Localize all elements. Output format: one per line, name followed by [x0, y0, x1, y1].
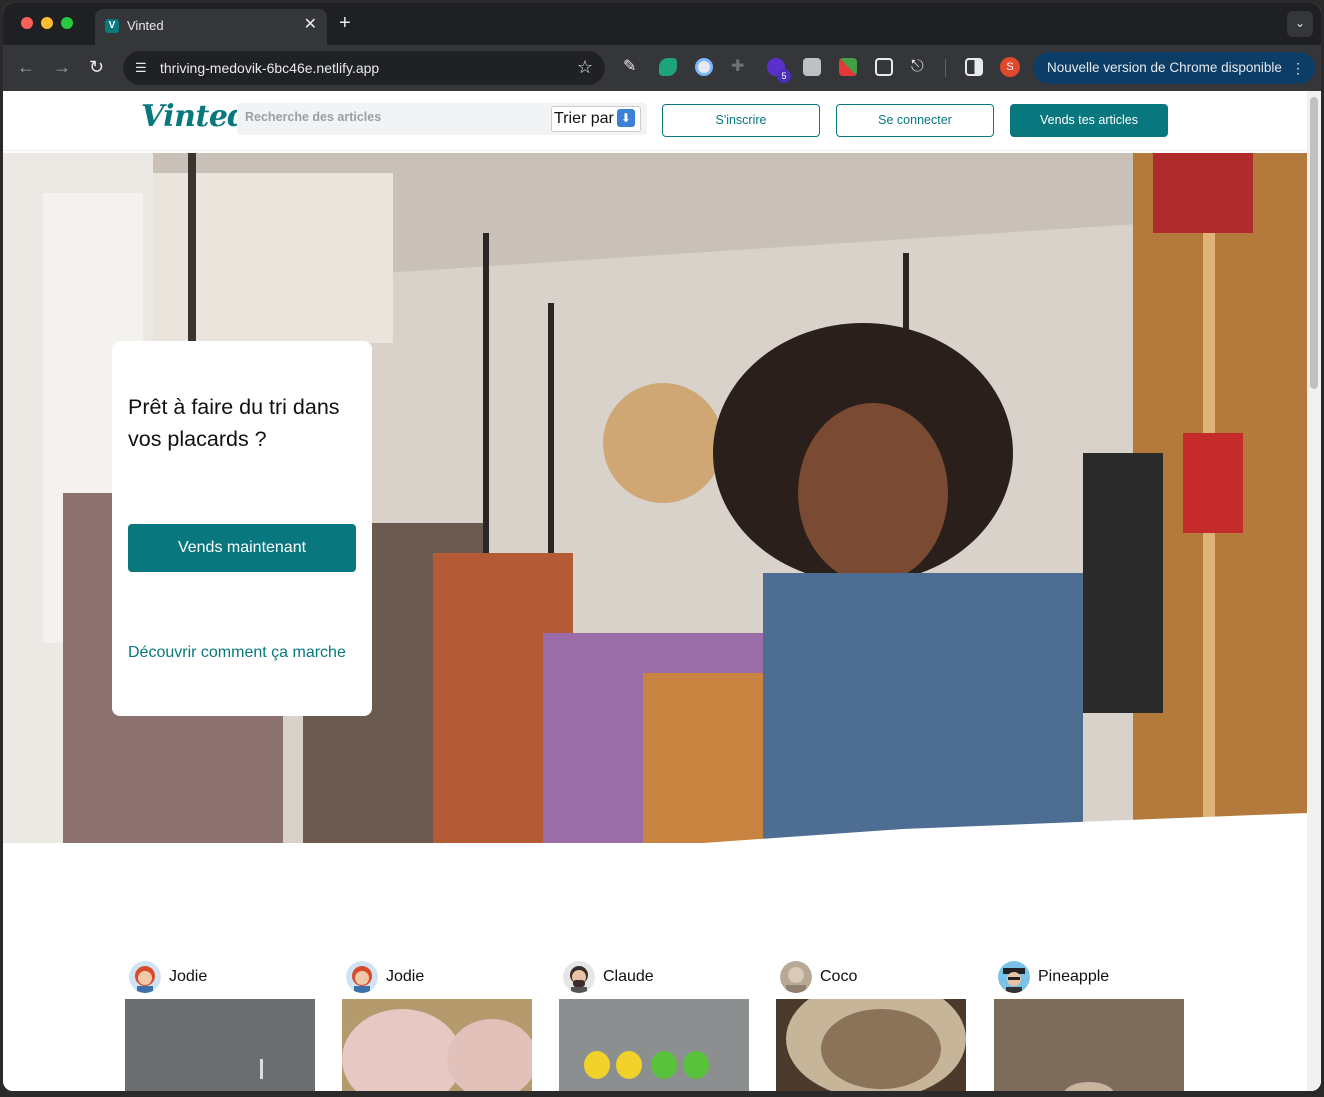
- circle-extension-icon[interactable]: [695, 58, 713, 76]
- hero-banner: Prêt à faire du tri dans vos placards ? …: [3, 153, 1307, 843]
- item-feed: Jodie Jodie Claude Coco Pineapple: [3, 961, 1307, 1091]
- vinted-logo[interactable]: Vinted: [141, 99, 248, 134]
- tab-title: Vinted: [127, 18, 164, 33]
- extension-badge: 5: [777, 69, 791, 83]
- colorful-extension-icon[interactable]: [839, 58, 857, 76]
- item-photo[interactable]: [559, 999, 749, 1091]
- image-extension-icon[interactable]: [875, 58, 893, 76]
- item-photo[interactable]: [342, 999, 532, 1091]
- site-header: Vinted Recherche des articles Trier par ⬇…: [3, 91, 1307, 151]
- browser-window: V Vinted ✕ + ⌄ ← → ↻ ☰ thriving-medovik-…: [3, 3, 1321, 1091]
- hero-card: Prêt à faire du tri dans vos placards ? …: [112, 341, 372, 716]
- seller-username: Pineapple: [1038, 968, 1110, 985]
- web-page: Vinted Recherche des articles Trier par ⬇…: [3, 91, 1321, 1091]
- login-button[interactable]: Se connecter: [836, 104, 994, 137]
- sort-label: Trier par: [554, 110, 614, 127]
- puzzle-extensions-icon[interactable]: ⎋: [911, 58, 929, 76]
- search-bar[interactable]: Recherche des articles Trier par ⬇: [237, 103, 647, 135]
- scrollbar-thumb[interactable]: [1310, 97, 1318, 389]
- how-it-works-link[interactable]: Découvrir comment ça marche: [128, 644, 346, 662]
- more-vert-icon[interactable]: ⋮: [1291, 52, 1305, 84]
- tab-search-chevron-icon[interactable]: ⌄: [1287, 11, 1313, 37]
- sell-now-button[interactable]: Vends maintenant: [128, 524, 356, 572]
- tab-close-icon[interactable]: ✕: [304, 16, 317, 34]
- forward-arrow-icon[interactable]: →: [53, 57, 71, 77]
- tab-vinted[interactable]: V Vinted ✕: [95, 9, 327, 45]
- seller-username: Jodie: [386, 968, 425, 985]
- sell-items-button[interactable]: Vends tes articles: [1010, 104, 1168, 137]
- page-scrollbar[interactable]: [1307, 91, 1321, 1091]
- update-label: Nouvelle version de Chrome disponible: [1047, 60, 1282, 75]
- side-panel-icon[interactable]: [965, 58, 983, 76]
- reload-icon[interactable]: ↻: [89, 57, 104, 77]
- maximize-window-button[interactable]: [61, 17, 73, 29]
- item-photo[interactable]: [994, 999, 1184, 1091]
- address-bar[interactable]: ☰ thriving-medovik-6bc46e.netlify.app ☆: [123, 51, 605, 85]
- seller-username: Claude: [603, 968, 654, 985]
- tab-strip: V Vinted ✕ + ⌄: [3, 3, 1321, 45]
- hummingbird-extension-icon[interactable]: [659, 58, 677, 76]
- browser-toolbar: ← → ↻ ☰ thriving-medovik-6bc46e.netlify.…: [3, 45, 1321, 91]
- search-input[interactable]: Recherche des articles: [245, 110, 381, 124]
- camera-extension-icon[interactable]: [803, 58, 821, 76]
- woman-red-hair-avatar: [129, 961, 161, 993]
- down-arrow-icon: ⬇: [616, 109, 635, 127]
- site-settings-icon[interactable]: ☰: [135, 60, 147, 76]
- profile-avatar[interactable]: S: [1000, 57, 1020, 77]
- item-photo[interactable]: [125, 999, 315, 1091]
- sort-select[interactable]: Trier par ⬇: [551, 106, 641, 132]
- address-url[interactable]: thriving-medovik-6bc46e.netlify.app: [160, 60, 379, 76]
- back-arrow-icon[interactable]: ←: [17, 57, 35, 77]
- new-tab-button[interactable]: +: [339, 11, 351, 35]
- man-beard-glasses-avatar: [563, 961, 595, 993]
- woman-red-hair-avatar: [346, 961, 378, 993]
- chrome-update-button[interactable]: Nouvelle version de Chrome disponible ⋮: [1033, 52, 1315, 84]
- toolbar-divider: [945, 59, 946, 77]
- bookmark-star-icon[interactable]: ☆: [577, 57, 593, 78]
- item-photo[interactable]: [776, 999, 966, 1091]
- vinted-favicon-icon: V: [105, 19, 119, 33]
- torn-paper-edge: [3, 821, 1307, 911]
- seller-username: Coco: [820, 968, 858, 985]
- signup-button[interactable]: S'inscrire: [662, 104, 820, 137]
- seller-username: Jodie: [169, 968, 208, 985]
- man-hat-glasses-avatar: [998, 961, 1030, 993]
- eyedropper-extension-icon[interactable]: ✎: [623, 58, 641, 76]
- hero-title: Prêt à faire du tri dans vos placards ?: [128, 395, 340, 451]
- minimize-window-button[interactable]: [41, 17, 53, 29]
- close-window-button[interactable]: [21, 17, 33, 29]
- photo-avatar: [780, 961, 812, 993]
- ruler-extension-icon[interactable]: ✚: [731, 58, 749, 76]
